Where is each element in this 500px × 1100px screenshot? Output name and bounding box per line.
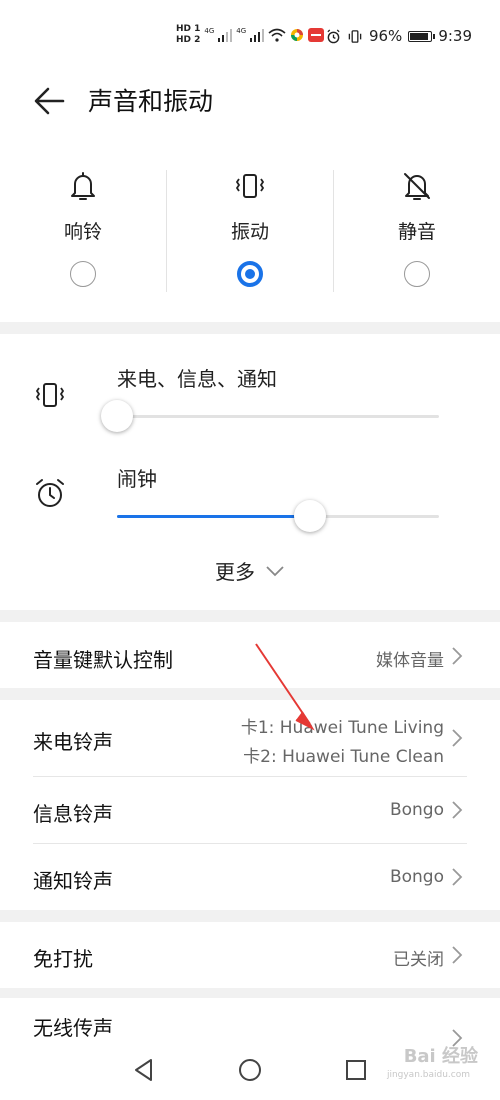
bell-off-icon	[404, 173, 430, 200]
row-value: Bongo	[389, 800, 444, 820]
status-time: 9:39	[438, 27, 472, 45]
app-notification-icon	[291, 29, 304, 41]
wifi-icon	[268, 28, 286, 42]
mode-label: 静音	[397, 221, 436, 243]
watermark-logo: Bai 经验	[403, 1046, 478, 1067]
status-right: 96% 9:39	[326, 27, 472, 45]
chevron-right-icon	[452, 801, 463, 819]
row-title: 音量键默认控制	[33, 648, 173, 672]
mode-silent-radio[interactable]	[404, 261, 430, 287]
battery-level-fill	[410, 32, 429, 40]
page-title: 声音和振动	[88, 87, 214, 116]
back-triangle-icon[interactable]	[130, 1056, 158, 1084]
row-title: 无线传声	[33, 1016, 113, 1040]
recents-square-icon[interactable]	[342, 1056, 370, 1084]
battery-percent: 96%	[368, 27, 403, 45]
sim1-indicator: HD 1	[176, 24, 201, 34]
row-value: 媒体音量	[376, 651, 444, 671]
signal-icon	[250, 29, 265, 42]
chevron-down-icon	[266, 565, 284, 576]
chevron-right-icon	[452, 868, 463, 886]
ring-volume-row: 来电、信息、通知	[0, 360, 500, 440]
alarm-icon	[327, 28, 340, 43]
status-left: HD 1 HD 2 4G 4G	[176, 24, 325, 46]
back-arrow-icon[interactable]	[33, 84, 67, 118]
more-toggle[interactable]: 更多	[0, 556, 500, 590]
sound-mode-selector: 响铃 振动 静音	[0, 165, 500, 295]
slider-fill	[117, 515, 311, 518]
row-title: 通知铃声	[33, 869, 113, 893]
alarm-volume-slider[interactable]	[117, 500, 439, 532]
mode-ring[interactable]: 响铃	[0, 165, 166, 295]
app-notification-icon	[308, 28, 325, 42]
row-title: 信息铃声	[33, 802, 113, 826]
alarm-clock-icon	[36, 479, 64, 507]
section-divider	[0, 322, 500, 334]
notification-tone-row[interactable]: 通知铃声 Bongo	[0, 844, 500, 910]
ring-volume-slider[interactable]	[101, 400, 439, 432]
bell-icon	[71, 172, 95, 200]
chevron-right-icon	[452, 946, 463, 964]
chevron-right-icon	[452, 729, 463, 747]
vibrate-icon	[35, 383, 65, 407]
sim2-indicator: HD 2	[176, 35, 201, 45]
slider-thumb[interactable]	[294, 500, 327, 532]
watermark-url: jingyan.baidu.com	[386, 1070, 470, 1080]
row-title: 免打扰	[33, 947, 93, 971]
section-divider	[0, 910, 500, 922]
home-circle-icon[interactable]	[236, 1056, 264, 1084]
section-divider	[0, 988, 500, 998]
mode-ring-radio[interactable]	[70, 261, 96, 287]
signal-icon	[218, 29, 233, 42]
row-title: 来电铃声	[33, 730, 113, 754]
row-value: Bongo	[389, 867, 444, 887]
vibrate-icon	[235, 174, 265, 198]
ring-volume-label: 来电、信息、通知	[117, 367, 277, 391]
mode-silent[interactable]: 静音	[334, 165, 500, 295]
mode-label: 响铃	[63, 221, 102, 243]
vibrate-status-icon	[348, 29, 362, 43]
ringtone-sim2-value: 卡2: Huawei Tune Clean	[243, 747, 444, 767]
message-tone-row[interactable]: 信息铃声 Bongo	[0, 777, 500, 843]
more-label: 更多	[215, 560, 255, 584]
network-type-2: 4G	[236, 27, 247, 35]
section-divider	[0, 610, 500, 622]
row-value: 已关闭	[393, 950, 444, 970]
mode-label: 振动	[230, 221, 269, 243]
chevron-right-icon	[452, 647, 463, 665]
app-header: 声音和振动	[0, 78, 500, 122]
status-bar: HD 1 HD 2 4G 4G 96% 9:39	[0, 0, 500, 46]
battery-icon	[408, 30, 436, 42]
mode-vibrate-radio[interactable]	[237, 261, 263, 287]
annotation-arrow	[255, 643, 315, 731]
dnd-row[interactable]: 免打扰 已关闭	[0, 922, 500, 988]
network-type-1: 4G	[204, 27, 215, 35]
mode-vibrate[interactable]: 振动	[167, 165, 333, 295]
alarm-volume-row: 闹钟	[0, 460, 500, 540]
alarm-volume-label: 闹钟	[117, 467, 157, 491]
slider-thumb[interactable]	[101, 400, 133, 432]
